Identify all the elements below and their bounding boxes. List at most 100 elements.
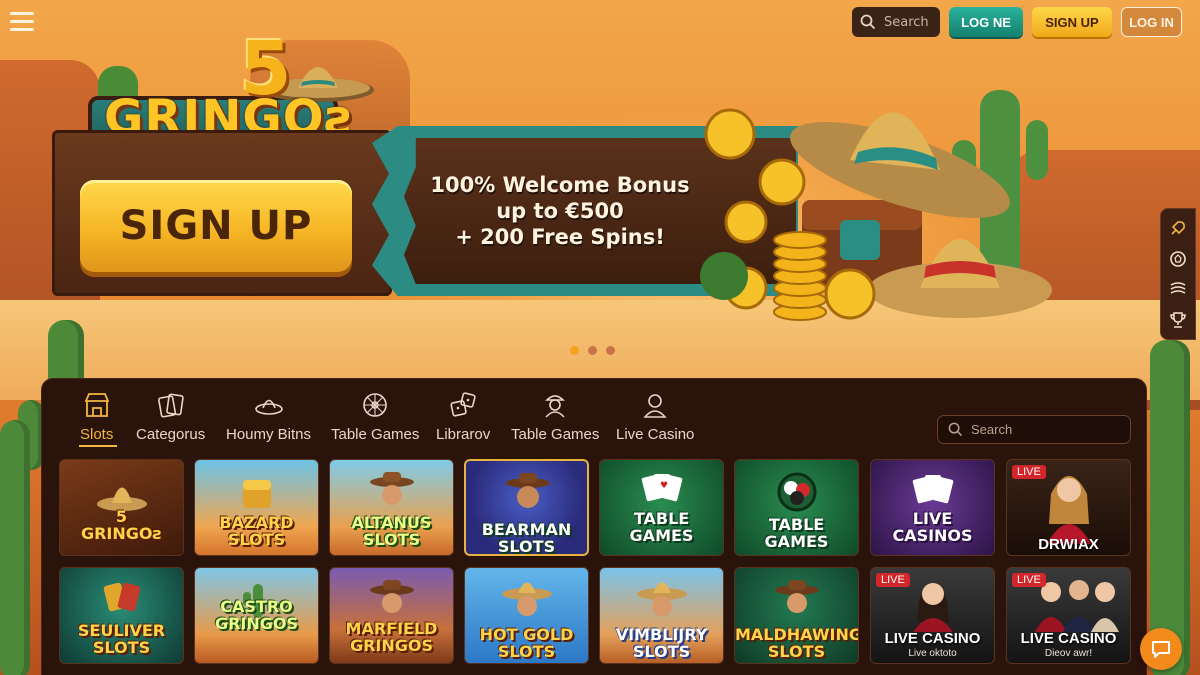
rocket-icon[interactable] [1167, 217, 1189, 239]
tab-houmy-bitns[interactable]: Houmy Bitns [226, 390, 311, 443]
game-tile-drwiax-live[interactable]: LIVE DRWIAX [1006, 459, 1131, 556]
cards-icon [156, 390, 186, 420]
game-tile-table-games[interactable]: ♥ TABLE GAMES [599, 459, 724, 556]
live-chat-button[interactable] [1140, 628, 1182, 670]
side-quick-rail [1160, 208, 1196, 340]
cowboy-icon [370, 580, 414, 613]
hat-icon [254, 390, 284, 420]
header-search-placeholder: Search [884, 14, 929, 30]
game-tile-maldhawing-slots[interactable]: MALDHAWING SLOTS [734, 567, 859, 664]
game-tile-title: LIVE CASINOS [892, 509, 973, 545]
game-tile-subtitle: Dieov awr! [1044, 648, 1093, 659]
game-tile-live-casino-2[interactable]: LIVE LIVE CASINO Dieov awr! [1006, 567, 1131, 664]
dice-icon [448, 390, 478, 420]
game-tile-title: TABLE GAMES [764, 515, 829, 551]
game-tile-subtitle: Live oktoto [908, 648, 957, 659]
game-tile-5-gringos[interactable]: 5 GRINGOƨ [59, 459, 184, 556]
game-tile-bearman-slots[interactable]: BEARMAN SLOTS [464, 459, 589, 556]
chat-icon [1152, 641, 1170, 658]
tab-live-casino[interactable]: Live Casino [616, 390, 694, 443]
game-tile-title: TABLE GAMES [629, 509, 694, 545]
store-icon [82, 390, 112, 420]
live-dealer-image [1047, 476, 1091, 544]
poker-chips-icon [777, 472, 817, 512]
cowboy-icon [775, 580, 819, 613]
tab-slots[interactable]: Slots [80, 390, 113, 443]
tab-label: Librarov [436, 426, 491, 443]
sombrero-icon [637, 582, 687, 616]
hamburger-menu-icon[interactable] [10, 12, 34, 32]
bonus-line-3: + 200 Free Spins! [455, 225, 665, 249]
game-tile-marfield-gringos[interactable]: MARFIELD GRINGOS [329, 567, 454, 664]
tab-label: Table Games [511, 426, 600, 443]
game-tile-title: BEARMAN SLOTS [481, 520, 572, 556]
hero-sign-up-button[interactable]: SIGN UP [80, 180, 352, 272]
header-search[interactable]: Search [852, 7, 940, 37]
live-badge: LIVE [1012, 465, 1046, 479]
cowboy-icon [506, 473, 550, 508]
game-tile-title: MARFIELD GRINGOS [345, 619, 438, 655]
game-tile-table-games-2[interactable]: TABLE GAMES [734, 459, 859, 556]
header-sign-up-button[interactable]: SIGN UP [1032, 7, 1112, 37]
tab-table-games-2[interactable]: Table Games [511, 390, 599, 443]
trophy-icon[interactable] [1167, 309, 1189, 331]
tab-label: Houmy Bitns [226, 426, 312, 443]
game-tile-title: LIVE CASINO [1020, 630, 1117, 647]
svg-text:♥: ♥ [660, 481, 668, 491]
game-tile-title: DRWIAX [1038, 536, 1099, 553]
background-cactus [0, 420, 30, 675]
game-tile-title: LIVE CASINO [884, 630, 981, 647]
tab-table-games[interactable]: Table Games [331, 390, 419, 443]
cards-icon[interactable] [1167, 278, 1189, 300]
carousel-dot[interactable] [606, 346, 615, 355]
tab-label: Live Casino [616, 426, 695, 443]
ball-icon[interactable] [1167, 248, 1189, 270]
live-badge: LIVE [1012, 573, 1046, 587]
active-tab-indicator [79, 445, 117, 447]
search-icon [860, 14, 876, 30]
game-tile-title: ALTANUS SLOTS [351, 513, 432, 549]
carousel-dots [570, 346, 615, 355]
cards-icon [103, 582, 141, 612]
bonus-line-1: 100% Welcome Bonus [430, 173, 690, 197]
game-tile-castro-gringos[interactable]: CASTRO GRINGOS [194, 567, 319, 664]
game-tile-hot-gold-slots[interactable]: HOT GOLD SLOTS [464, 567, 589, 664]
background-cactus [1150, 340, 1190, 675]
wheel-icon [360, 390, 390, 420]
playing-cards-icon: ♥ [641, 474, 683, 502]
game-tile-live-casino[interactable]: LIVE LIVE CASINO Live oktoto [870, 567, 995, 664]
game-tile-title: HOT GOLD SLOTS [479, 625, 574, 661]
game-tile-altanus-slots[interactable]: ALTANUS SLOTS [329, 459, 454, 556]
game-tile-title: MALDHAWING SLOTS [735, 625, 859, 661]
search-icon [948, 422, 963, 437]
game-tile-vimblijry-slots[interactable]: VIMBLIJRY SLOTS [599, 567, 724, 664]
lobby-search-input[interactable]: Search [937, 415, 1131, 444]
tab-categorus[interactable]: Categorus [136, 390, 205, 443]
log-in-button[interactable]: LOG IN [1121, 7, 1182, 37]
log-ne-button[interactable]: LOG NE [949, 7, 1023, 37]
game-tile-bazard-slots[interactable]: BAZARD SLOTS [194, 459, 319, 556]
live-badge: LIVE [876, 573, 910, 587]
treasure-icon [243, 480, 271, 508]
lobby-search-placeholder: Search [971, 422, 1013, 437]
game-tile-live-casinos[interactable]: LIVE CASINOS [870, 459, 995, 556]
game-tile-title: SEULIVER SLOTS [77, 621, 166, 657]
sombrero-icon [502, 582, 552, 616]
tab-librarov[interactable]: Librarov [436, 390, 490, 443]
game-tile-title: BAZARD SLOTS [219, 513, 294, 549]
tab-label: Categorus [136, 426, 206, 443]
tab-label: Slots [80, 426, 114, 443]
live-dealer-image [913, 583, 953, 632]
carousel-dot[interactable] [570, 346, 579, 355]
playing-cards-icon [912, 475, 954, 504]
game-tile-title: 5 GRINGOƨ [80, 507, 163, 543]
game-tile-title: VIMBLIJRY SLOTS [615, 625, 708, 661]
hero-treasure-illustration [700, 90, 1052, 321]
dealer-icon [540, 390, 570, 420]
carousel-dot[interactable] [588, 346, 597, 355]
game-tile-title: CASTRO GRINGOS [214, 597, 299, 633]
cowboy-icon [370, 472, 414, 505]
bonus-line-2: up to €500 [496, 199, 624, 223]
game-tile-seuliver-slots[interactable]: SEULIVER SLOTS [59, 567, 184, 664]
person-icon [640, 390, 670, 420]
